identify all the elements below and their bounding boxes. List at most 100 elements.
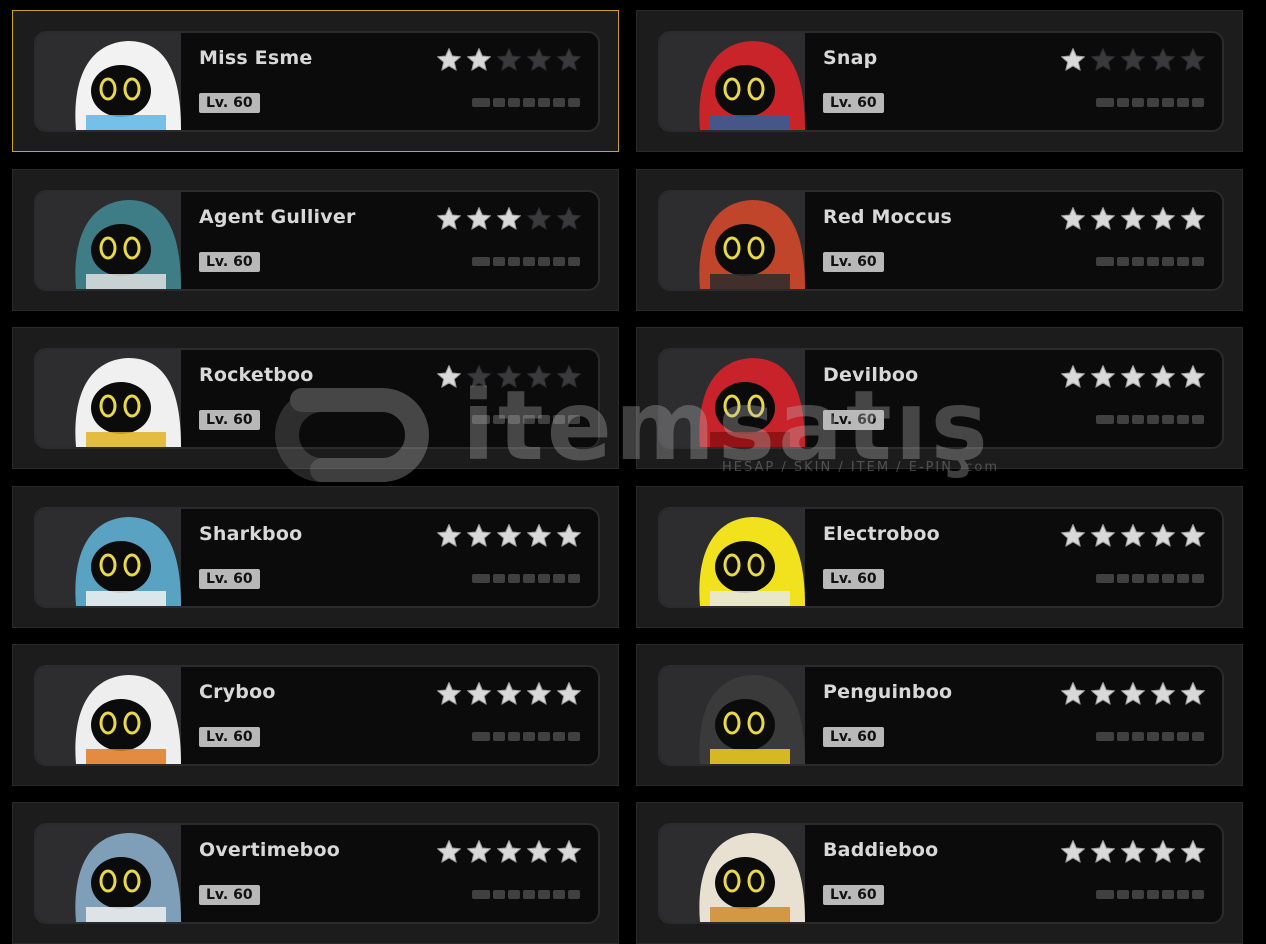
star-filled-icon: [436, 839, 462, 865]
character-avatar: [36, 350, 181, 447]
character-card-cell[interactable]: Overtimeboo Lv. 60: [12, 802, 619, 944]
character-name: Red Moccus: [823, 206, 953, 228]
star-filled-icon: [436, 47, 462, 73]
character-card[interactable]: Electroboo Lv. 60: [658, 507, 1224, 608]
star-empty-icon: [496, 47, 522, 73]
character-card-cell[interactable]: Electroboo Lv. 60: [636, 486, 1243, 628]
star-filled-icon: [436, 206, 462, 232]
character-card[interactable]: Agent Gulliver Lv. 60: [34, 190, 600, 291]
star-empty-icon: [1150, 47, 1176, 73]
character-card[interactable]: Devilboo Lv. 60: [658, 348, 1224, 449]
white-helmet-icon: [699, 833, 805, 922]
star-filled-icon: [1120, 839, 1146, 865]
character-grid: Miss Esme Lv. 60 Snap Lv. 60 Agent Gulliver L…: [0, 0, 1266, 944]
star-empty-icon: [526, 364, 552, 390]
character-card-cell[interactable]: Baddieboo Lv. 60: [636, 802, 1243, 944]
rank-decoration: [472, 889, 582, 900]
character-card-cell[interactable]: Sharkboo Lv. 60: [12, 486, 619, 628]
rank-decoration: [472, 414, 582, 425]
character-card[interactable]: Cryboo Lv. 60: [34, 665, 600, 766]
star-rating: [436, 523, 582, 549]
rabbit-ears-blue-bow-icon: [75, 41, 181, 130]
character-card-cell[interactable]: Miss Esme Lv. 60: [12, 10, 619, 152]
character-avatar: [36, 192, 181, 289]
rank-decoration: [1096, 573, 1206, 584]
character-card[interactable]: Baddieboo Lv. 60: [658, 823, 1224, 924]
blue-shark-hood-icon: [75, 517, 181, 606]
star-filled-icon: [466, 47, 492, 73]
level-badge: Lv. 60: [199, 885, 260, 905]
character-card-cell[interactable]: Devilboo Lv. 60: [636, 327, 1243, 469]
character-card-cell[interactable]: Rocketboo Lv. 60: [12, 327, 619, 469]
star-filled-icon: [1180, 839, 1206, 865]
level-badge: Lv. 60: [823, 93, 884, 113]
star-rating: [436, 839, 582, 865]
star-filled-icon: [1090, 364, 1116, 390]
character-name: Miss Esme: [199, 47, 313, 69]
character-name: Rocketboo: [199, 364, 314, 386]
character-name: Electroboo: [823, 523, 940, 545]
rank-decoration: [472, 573, 582, 584]
character-card[interactable]: Miss Esme Lv. 60: [34, 31, 600, 132]
rank-decoration: [1096, 414, 1206, 425]
star-rating: [1060, 206, 1206, 232]
star-filled-icon: [496, 523, 522, 549]
character-card-cell[interactable]: Cryboo Lv. 60: [12, 644, 619, 786]
character-card[interactable]: Overtimeboo Lv. 60: [34, 823, 600, 924]
character-card[interactable]: Sharkboo Lv. 60: [34, 507, 600, 608]
star-empty-icon: [1120, 47, 1146, 73]
star-rating: [1060, 523, 1206, 549]
star-filled-icon: [1060, 206, 1086, 232]
character-card-cell[interactable]: Penguinboo Lv. 60: [636, 644, 1243, 786]
star-filled-icon: [466, 206, 492, 232]
character-card[interactable]: Rocketboo Lv. 60: [34, 348, 600, 449]
character-name: Agent Gulliver: [199, 206, 356, 228]
star-rating: [436, 47, 582, 73]
character-card[interactable]: Penguinboo Lv. 60: [658, 665, 1224, 766]
star-filled-icon: [496, 839, 522, 865]
star-filled-icon: [1180, 681, 1206, 707]
character-card-cell[interactable]: Red Moccus Lv. 60: [636, 169, 1243, 311]
star-filled-icon: [556, 523, 582, 549]
star-rating: [1060, 839, 1206, 865]
star-filled-icon: [556, 839, 582, 865]
star-filled-icon: [496, 681, 522, 707]
star-filled-icon: [1120, 681, 1146, 707]
level-badge: Lv. 60: [199, 93, 260, 113]
star-filled-icon: [1060, 523, 1086, 549]
character-avatar: [660, 509, 805, 606]
star-filled-icon: [466, 839, 492, 865]
star-empty-icon: [556, 47, 582, 73]
star-filled-icon: [436, 364, 462, 390]
character-card[interactable]: Snap Lv. 60: [658, 31, 1224, 132]
grey-bunny-icon: [75, 833, 181, 922]
star-filled-icon: [1180, 364, 1206, 390]
star-filled-icon: [436, 681, 462, 707]
character-card[interactable]: Red Moccus Lv. 60: [658, 190, 1224, 291]
penguin-hood-icon: [699, 675, 805, 764]
character-name: Snap: [823, 47, 878, 69]
star-empty-icon: [496, 364, 522, 390]
star-rating: [1060, 47, 1206, 73]
star-rating: [1060, 681, 1206, 707]
rank-decoration: [472, 256, 582, 267]
character-avatar: [36, 509, 181, 606]
level-badge: Lv. 60: [199, 569, 260, 589]
level-badge: Lv. 60: [199, 410, 260, 430]
star-filled-icon: [1120, 523, 1146, 549]
rank-decoration: [1096, 256, 1206, 267]
character-card-cell[interactable]: Agent Gulliver Lv. 60: [12, 169, 619, 311]
star-filled-icon: [1180, 523, 1206, 549]
level-badge: Lv. 60: [823, 569, 884, 589]
star-empty-icon: [526, 206, 552, 232]
star-filled-icon: [1090, 523, 1116, 549]
rank-decoration: [472, 97, 582, 108]
rank-decoration: [1096, 97, 1206, 108]
level-badge: Lv. 60: [199, 252, 260, 272]
character-name: Penguinboo: [823, 681, 953, 703]
star-filled-icon: [526, 681, 552, 707]
character-card-cell[interactable]: Snap Lv. 60: [636, 10, 1243, 152]
character-name: Devilboo: [823, 364, 919, 386]
star-filled-icon: [496, 206, 522, 232]
teal-cap-agent-icon: [75, 200, 181, 289]
